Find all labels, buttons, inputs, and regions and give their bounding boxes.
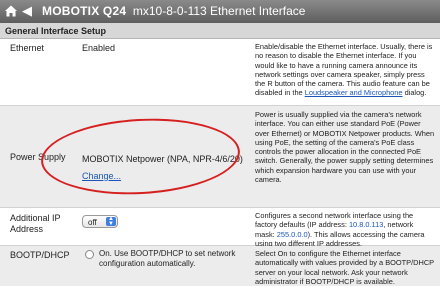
bootp-dhcp-label: BOOTP/DHCP (10, 250, 70, 260)
page-name: Ethernet Interface (210, 4, 306, 18)
home-icon[interactable] (4, 4, 18, 18)
host-name: mx10-8-0-113 (132, 4, 207, 18)
power-supply-help: Power is usually supplied via the camera… (255, 110, 435, 185)
ethernet-row: Ethernet Enabled Enable/disable the Ethe… (0, 39, 440, 106)
factory-ip: 10.8.0.113 (348, 220, 384, 230)
loudspeaker-microphone-link[interactable]: Loudspeaker and Microphone (305, 88, 403, 97)
bootp-on-radio[interactable] (85, 250, 94, 259)
additional-ip-select-value: off (88, 218, 97, 227)
ethernet-help-end: dialog. (402, 88, 427, 98)
page-title: MOBOTIX Q24 mx10-8-0-113 Ethernet Interf… (42, 4, 305, 19)
brand-name: MOBOTIX Q24 (42, 4, 127, 18)
additional-ip-row: Additional IP Address off ▲ ▼ Configures … (0, 208, 440, 248)
bootp-dhcp-help: Select On to configure the Ethernet inte… (255, 249, 434, 286)
ethernet-value: Enabled (82, 43, 116, 53)
section-header: General Interface Setup (0, 23, 440, 39)
back-arrow-icon[interactable]: ◀ (22, 3, 32, 19)
bootp-on-label: On. Use BOOTP/DHCP to set network config… (99, 249, 236, 268)
ethernet-help: Enable/disable the Ethernet interface. U… (255, 42, 435, 98)
select-arrows-icon: ▲ ▼ (106, 216, 116, 227)
title-bar: ◀ MOBOTIX Q24 mx10-8-0-113 Ethernet Inte… (0, 0, 440, 23)
additional-ip-label: Additional IP Address (10, 213, 61, 234)
ethernet-label: Ethernet (10, 43, 45, 53)
additional-ip-help: Configures a second network interface us… (255, 211, 435, 248)
bootp-dhcp-row: BOOTP/DHCP On. Use BOOTP/DHCP to set net… (0, 246, 440, 286)
additional-ip-select[interactable]: off ▲ ▼ (82, 215, 118, 228)
factory-netmask: 255.0.0.0 (276, 229, 308, 239)
